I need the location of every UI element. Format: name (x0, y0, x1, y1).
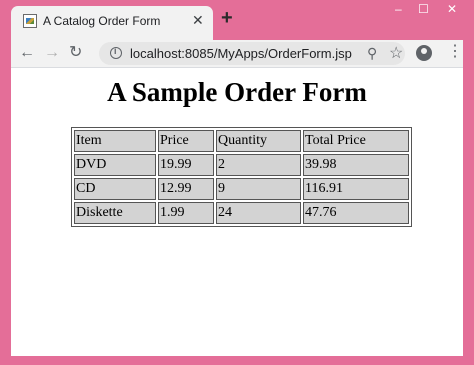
page-content: A Sample Order Form Item Price Quantity … (11, 67, 463, 356)
header-cell-price: Price (158, 130, 214, 152)
page-favicon-icon (23, 14, 37, 28)
profile-icon[interactable] (416, 45, 432, 61)
info-icon[interactable] (110, 46, 122, 59)
table-cell: DVD (74, 154, 156, 176)
title-bar: A Catalog Order Form ✕ + – ☐ ✕ (0, 0, 474, 40)
table-cell: 116.91 (303, 178, 409, 200)
table-cell: 47.76 (303, 202, 409, 224)
browser-tab[interactable]: A Catalog Order Form ✕ (11, 6, 213, 40)
table-cell: 9 (216, 178, 301, 200)
page-title: A Sample Order Form (107, 77, 367, 107)
forward-arrow-icon[interactable]: → (44, 43, 60, 63)
order-table: Item Price Quantity Total Price DVD 19.9… (71, 127, 412, 227)
back-arrow-icon[interactable]: ← (19, 43, 35, 63)
url-text[interactable]: localhost:8085/MyApps/OrderForm.jsp (130, 46, 352, 61)
table-cell: 2 (216, 154, 301, 176)
zoom-icon[interactable]: ⚲ (367, 45, 377, 62)
maximize-button[interactable]: ☐ (418, 2, 429, 16)
table-cell: 24 (216, 202, 301, 224)
minimize-button[interactable]: – (395, 2, 402, 16)
table-header-row: Item Price Quantity Total Price (74, 130, 409, 152)
table-cell: 12.99 (158, 178, 214, 200)
table-cell: 19.99 (158, 154, 214, 176)
header-cell-quantity: Quantity (216, 130, 301, 152)
table-row: DVD 19.99 2 39.98 (74, 154, 409, 176)
reload-icon[interactable]: ↻ (69, 43, 82, 63)
tab-close-icon[interactable]: ✕ (192, 12, 204, 28)
header-cell-total-price: Total Price (303, 130, 409, 152)
browser-toolbar: ← → ↻ localhost:8085/MyApps/OrderForm.js… (11, 40, 463, 67)
table-cell: Diskette (74, 202, 156, 224)
tab-title: A Catalog Order Form (43, 14, 161, 28)
table-cell: CD (74, 178, 156, 200)
table-row: CD 12.99 9 116.91 (74, 178, 409, 200)
close-window-button[interactable]: ✕ (447, 2, 457, 16)
table-row: Diskette 1.99 24 47.76 (74, 202, 409, 224)
new-tab-button[interactable]: + (221, 8, 233, 28)
menu-icon[interactable]: ⋮ (447, 43, 463, 61)
star-icon[interactable]: ☆ (389, 43, 403, 63)
table-cell: 1.99 (158, 202, 214, 224)
header-cell-item: Item (74, 130, 156, 152)
address-bar[interactable]: localhost:8085/MyApps/OrderForm.jsp ⚲ ☆ (99, 42, 405, 65)
table-cell: 39.98 (303, 154, 409, 176)
